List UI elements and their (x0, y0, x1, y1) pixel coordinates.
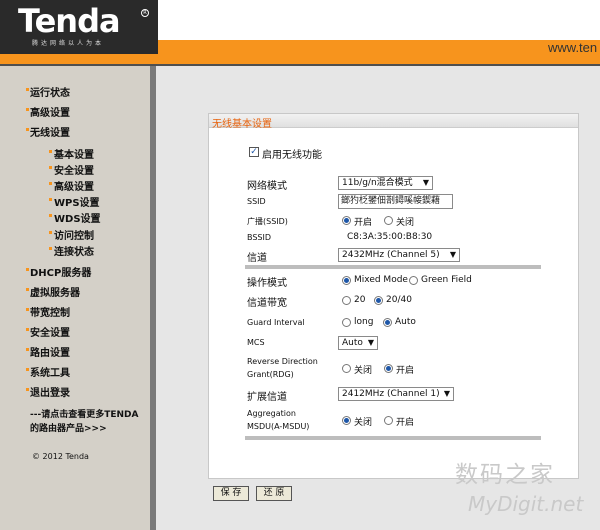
bssid-value: C8:3A:35:00:B8:30 (347, 232, 433, 242)
sidebar-subitem-access-control[interactable]: 访问控制 (49, 227, 94, 242)
guard-auto-label: Auto (395, 317, 416, 327)
header-white-band (155, 0, 600, 40)
rdg-off-label: 关闭 (354, 366, 373, 376)
rdg-off-radio[interactable] (342, 364, 351, 373)
mcs-value: Auto (342, 338, 363, 348)
sidebar-subitem-basic[interactable]: 基本设置 (49, 146, 94, 161)
section-divider (245, 436, 541, 440)
bw-20-radio[interactable] (342, 296, 351, 305)
green-field-label: Green Field (421, 275, 472, 285)
green-field-radio[interactable] (409, 276, 418, 285)
bw-2040-radio[interactable] (374, 296, 383, 305)
chevron-down-icon: ▼ (422, 178, 429, 187)
sidebar-item-bandwidth[interactable]: 带宽控制 (26, 304, 70, 319)
operation-mode-label: 操作模式 (247, 278, 287, 289)
amsdu-label-line1: Aggregation (247, 409, 296, 418)
ssid-input[interactable]: 鎯犳柉鐢佃剳鐞嗘帹鍥藉 (338, 194, 453, 209)
bw-2040-label: 20/40 (386, 295, 412, 305)
wireless-basic-panel: 无线基本设置 ✓ 启用无线功能 网络模式 11b/g/n混合模式 ▼ SSID … (208, 113, 579, 479)
channel-label: 信道 (247, 253, 267, 264)
sidebar-item-routing[interactable]: 路由设置 (26, 344, 70, 359)
bw-20-label: 20 (354, 295, 366, 305)
bandwidth-label: 信道带宽 (247, 298, 287, 309)
promo-link[interactable]: ---请点击查看更多TENDA的路由器产品>>> (30, 408, 140, 436)
sidebar-item-system-tools[interactable]: 系统工具 (26, 364, 70, 379)
rdg-label-line1: Reverse Direction (247, 357, 318, 366)
chevron-down-icon: ▼ (443, 389, 450, 398)
amsdu-off-label: 关闭 (354, 418, 373, 428)
enable-wireless-label: 启用无线功能 (262, 150, 322, 161)
sidebar-subitem-connection-status[interactable]: 连接状态 (49, 243, 94, 258)
mixed-mode-label: Mixed Mode (354, 275, 408, 285)
rdg-on-label: 开启 (396, 366, 415, 376)
broadcast-off-radio[interactable] (384, 216, 393, 225)
guard-long-radio[interactable] (342, 318, 351, 327)
sidebar-item-logout[interactable]: 退出登录 (26, 384, 70, 399)
sidebar-subitem-wds[interactable]: WDS设置 (49, 210, 101, 225)
sidebar-subitem-security[interactable]: 安全设置 (49, 162, 94, 177)
guard-interval-label: Guard Interval (247, 318, 305, 327)
tenda-logo: Tenda R 腾达网络以人为本 (0, 0, 158, 54)
broadcast-on-label: 开启 (354, 218, 373, 228)
sidebar-subitem-wps[interactable]: WPS设置 (49, 194, 100, 209)
watermark-url: MyDigit.net (468, 492, 584, 516)
copyright: © 2012 Tenda (32, 452, 89, 461)
ssid-label: SSID (247, 197, 266, 206)
header-bar: Tenda R 腾达网络以人为本 www.ten (0, 0, 600, 66)
channel-value: 2432MHz (Channel 5) (342, 250, 440, 260)
sidebar-item-virtual-server[interactable]: 虚拟服务器 (26, 284, 80, 299)
sidebar-item-advanced[interactable]: 高级设置 (26, 104, 70, 119)
amsdu-label-line2: MSDU(A-MSDU) (247, 422, 310, 431)
watermark-text: 数码之家 (455, 462, 555, 488)
logo-wordmark: Tenda (18, 2, 121, 40)
section-divider (245, 265, 541, 269)
rdg-label-line2: Grant(RDG) (247, 370, 294, 379)
broadcast-label: 广播(SSID) (247, 217, 288, 226)
logo-slogan: 腾达网络以人为本 (32, 40, 105, 47)
bssid-label: BSSID (247, 233, 272, 242)
broadcast-off-label: 关闭 (396, 218, 415, 228)
chevron-down-icon: ▼ (449, 250, 456, 259)
save-button[interactable]: 保 存 (213, 486, 249, 501)
sidebar-item-security[interactable]: 安全设置 (26, 324, 70, 339)
broadcast-on-radio[interactable] (342, 216, 351, 225)
network-mode-label: 网络模式 (247, 181, 287, 192)
mcs-label: MCS (247, 338, 265, 347)
restore-button[interactable]: 还 原 (256, 486, 292, 501)
enable-wireless-checkbox[interactable]: ✓ (249, 147, 259, 157)
chevron-down-icon: ▼ (367, 338, 374, 347)
mixed-mode-radio[interactable] (342, 276, 351, 285)
panel-title: 无线基本设置 (209, 114, 578, 130)
channel-select[interactable]: 2432MHz (Channel 5) ▼ (338, 248, 460, 262)
ext-channel-select[interactable]: 2412MHz (Channel 1) ▼ (338, 387, 454, 401)
registered-mark-icon: R (141, 9, 149, 17)
ext-channel-label: 扩展信道 (247, 392, 287, 403)
ext-channel-value: 2412MHz (Channel 1) (342, 389, 440, 399)
rdg-on-radio[interactable] (384, 364, 393, 373)
network-mode-value: 11b/g/n混合模式 (342, 178, 413, 188)
sidebar-item-dhcp[interactable]: DHCP服务器 (25, 264, 91, 279)
header-url: www.ten (548, 40, 598, 55)
guard-long-label: long (354, 317, 374, 327)
amsdu-on-label: 开启 (396, 418, 415, 428)
network-mode-select[interactable]: 11b/g/n混合模式 ▼ (338, 176, 433, 190)
sidebar-item-wireless[interactable]: 无线设置 (26, 124, 70, 139)
guard-auto-radio[interactable] (383, 318, 392, 327)
sidebar-item-status[interactable]: 运行状态 (26, 84, 70, 99)
sidebar-subitem-advanced[interactable]: 高级设置 (49, 178, 94, 193)
amsdu-on-radio[interactable] (384, 416, 393, 425)
mcs-select[interactable]: Auto ▼ (338, 336, 378, 350)
amsdu-off-radio[interactable] (342, 416, 351, 425)
